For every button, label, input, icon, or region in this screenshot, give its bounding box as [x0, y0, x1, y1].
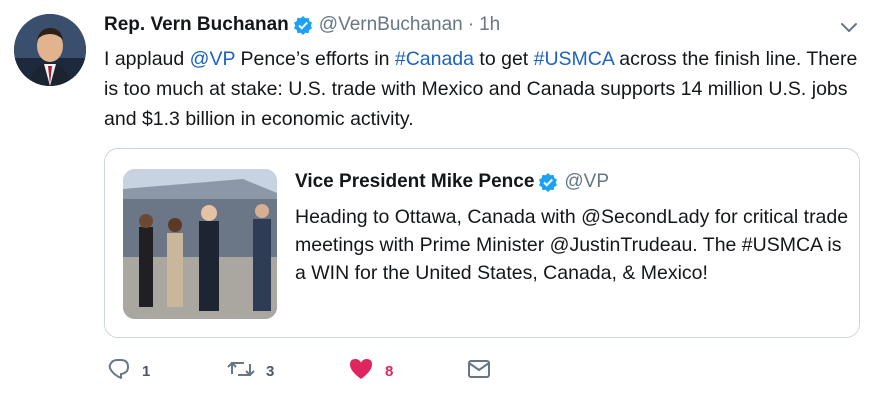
- like-icon: [347, 356, 375, 387]
- author-avatar[interactable]: [14, 14, 86, 86]
- reply-count: 1: [142, 362, 151, 380]
- verified-badge-icon: [293, 15, 313, 35]
- author-handle[interactable]: @VernBuchanan: [319, 14, 463, 36]
- message-icon: [466, 357, 492, 386]
- quoted-tweet[interactable]: Vice President Mike Pence @VP Heading to…: [104, 148, 860, 338]
- direct-message-button[interactable]: [466, 356, 492, 386]
- header-separator: ·: [467, 14, 475, 35]
- mention-link[interactable]: @VP: [190, 48, 235, 70]
- reply-button[interactable]: 1: [106, 356, 150, 386]
- quoted-author-name[interactable]: Vice President Mike Pence: [295, 171, 534, 193]
- hashtag-link-usmca[interactable]: #USMCA: [534, 48, 614, 70]
- quoted-tweet-photo[interactable]: [123, 169, 277, 319]
- chevron-down-icon[interactable]: [838, 16, 860, 38]
- tweet-card: Rep. Vern Buchanan @VernBuchanan · 1h I …: [0, 0, 878, 402]
- verified-badge-icon: [538, 172, 558, 192]
- author-name[interactable]: Rep. Vern Buchanan: [104, 14, 289, 36]
- tweet-text: I applaud @VP Pence’s efforts in #Canada…: [104, 48, 858, 130]
- quoted-tweet-text: Heading to Ottawa, Canada with @SecondLa…: [295, 206, 849, 284]
- reply-icon: [106, 356, 132, 387]
- tweet-actions: 1 3 8: [104, 356, 844, 386]
- like-button[interactable]: 8: [347, 356, 393, 386]
- tweet-header: Rep. Vern Buchanan @VernBuchanan · 1h: [104, 12, 500, 38]
- like-count: 8: [385, 362, 394, 380]
- retweet-button[interactable]: 3: [226, 356, 274, 386]
- hashtag-link-canada[interactable]: #Canada: [395, 48, 474, 70]
- quoted-author-handle[interactable]: @VP: [564, 171, 609, 193]
- tweet-timestamp[interactable]: 1h: [479, 14, 500, 36]
- retweet-icon: [226, 356, 256, 387]
- quoted-tweet-header: Vice President Mike Pence @VP: [295, 171, 609, 193]
- retweet-count: 3: [266, 362, 275, 380]
